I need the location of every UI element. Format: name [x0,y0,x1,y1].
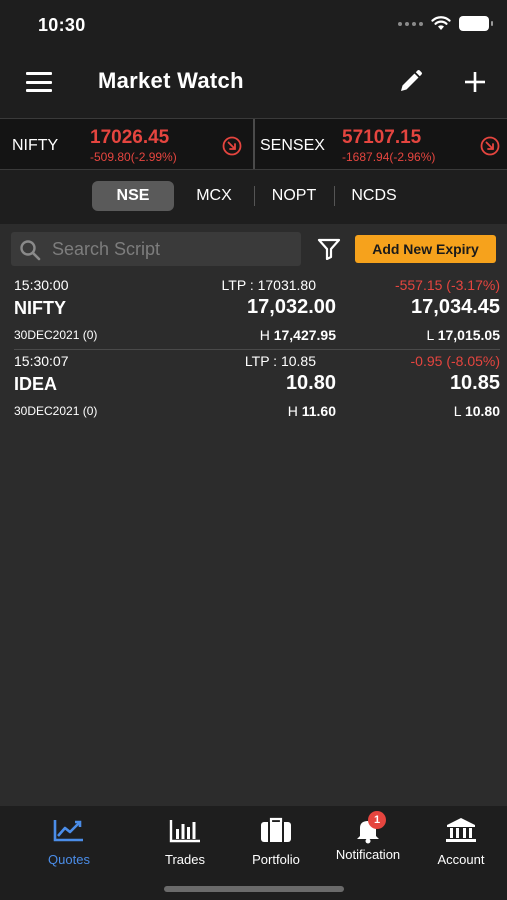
high-value: 17,427.95 [273,327,336,343]
filter-icon[interactable] [317,238,341,260]
quote-low: L 17,015.05 [427,327,500,343]
quote-change: -0.95 (-8.05%) [410,353,500,369]
ticker-name: NIFTY [12,137,59,154]
quote-ask: 17,034.45 [411,296,500,318]
status-icons [398,16,493,31]
quote-high: H 11.60 [288,403,336,419]
home-indicator[interactable] [164,886,344,892]
quote-expiry: 30DEC2021 (0) [14,404,98,418]
wifi-icon [431,16,451,30]
tab-mcx[interactable]: MCX [183,181,245,211]
quote-symbol: IDEA [14,374,58,394]
add-new-expiry-button[interactable]: Add New Expiry [355,235,496,263]
low-prefix: L [453,403,462,419]
search-row: Search Script Add New Expiry [0,228,507,270]
app-header: Market Watch [0,50,507,118]
quote-row[interactable]: 15:30:00 LTP : 17031.80 -557.15 (-3.17%)… [0,274,507,350]
bottom-nav: Quotes Trades Portfolio 1 Notification A… [0,806,507,900]
edit-pencil-icon[interactable] [396,68,424,96]
quote-ltp: LTP : 10.85 [244,353,316,369]
ticker-sensex[interactable]: SENSEX 57107.15 -1687.94(-2.96%) [255,119,507,169]
notification-badge: 1 [368,811,386,829]
nav-label: Account [437,852,485,867]
low-prefix: L [426,327,434,343]
exchange-tabs: NSE MCX NOPT NCDS [0,170,507,224]
nav-account[interactable]: Account [411,816,507,868]
signal-icon [398,21,423,26]
ticker-change: -1687.94(-2.96%) [342,150,436,164]
low-value: 10.80 [464,403,500,419]
ticker-value: 17026.45 [90,127,170,148]
high-prefix: H [287,403,298,419]
low-value: 17,015.05 [437,327,500,343]
bank-icon [446,818,476,842]
nav-quotes[interactable]: Quotes [19,816,119,868]
page-title: Market Watch [98,68,244,93]
index-ticker-bar: NIFTY 17026.45 -509.80(-2.99%) SENSEX 57… [0,118,507,170]
quote-time: 15:30:00 [14,277,69,293]
high-prefix: H [259,327,270,343]
add-icon[interactable] [462,69,488,95]
down-arrow-circle-icon [480,136,500,156]
tab-nopt[interactable]: NOPT [262,181,326,211]
status-bar: 10:30 [0,0,507,50]
nav-label: Notification [335,847,401,862]
ticker-name: SENSEX [260,137,325,154]
quote-low: L 10.80 [454,403,500,419]
briefcase-icon [261,817,291,842]
tab-ncds[interactable]: NCDS [341,181,407,211]
bar-chart-icon [169,820,200,843]
battery-icon [459,16,493,31]
tab-separator [254,186,255,206]
quote-high: H 17,427.95 [260,327,336,343]
ticker-change: -509.80(-2.99%) [90,150,177,164]
nav-label: Portfolio [252,852,300,867]
quote-change: -557.15 (-3.17%) [394,277,500,293]
search-input[interactable]: Search Script [11,232,301,266]
tab-nse[interactable]: NSE [92,181,174,211]
tab-separator [334,186,335,206]
quote-bid: 17,032.00 [247,296,336,318]
nav-notification[interactable]: 1 Notification [318,811,418,868]
search-placeholder: Search Script [52,239,161,259]
bell-icon-wrapper: 1 [350,811,386,844]
nav-trades[interactable]: Trades [135,816,235,868]
quote-symbol: NIFTY [14,298,66,318]
nav-label: Quotes [48,852,90,867]
quote-time: 15:30:07 [14,353,69,369]
search-icon [20,240,41,261]
quote-row[interactable]: 15:30:07 LTP : 10.85 -0.95 (-8.05%) IDEA… [0,350,507,426]
status-time: 10:30 [38,15,86,35]
nav-portfolio[interactable]: Portfolio [226,816,326,868]
quote-ltp: LTP : 17031.80 [221,277,316,293]
quote-bid: 10.80 [285,372,336,394]
ticker-value: 57107.15 [342,127,422,148]
high-value: 11.60 [301,403,336,419]
menu-icon[interactable] [26,72,52,92]
quote-ask: 10.85 [449,372,500,394]
nav-label: Trades [165,852,205,867]
ticker-nifty[interactable]: NIFTY 17026.45 -509.80(-2.99%) [0,119,253,169]
chart-line-icon [53,820,83,842]
quote-expiry: 30DEC2021 (0) [14,328,98,342]
down-arrow-circle-icon [222,136,242,156]
